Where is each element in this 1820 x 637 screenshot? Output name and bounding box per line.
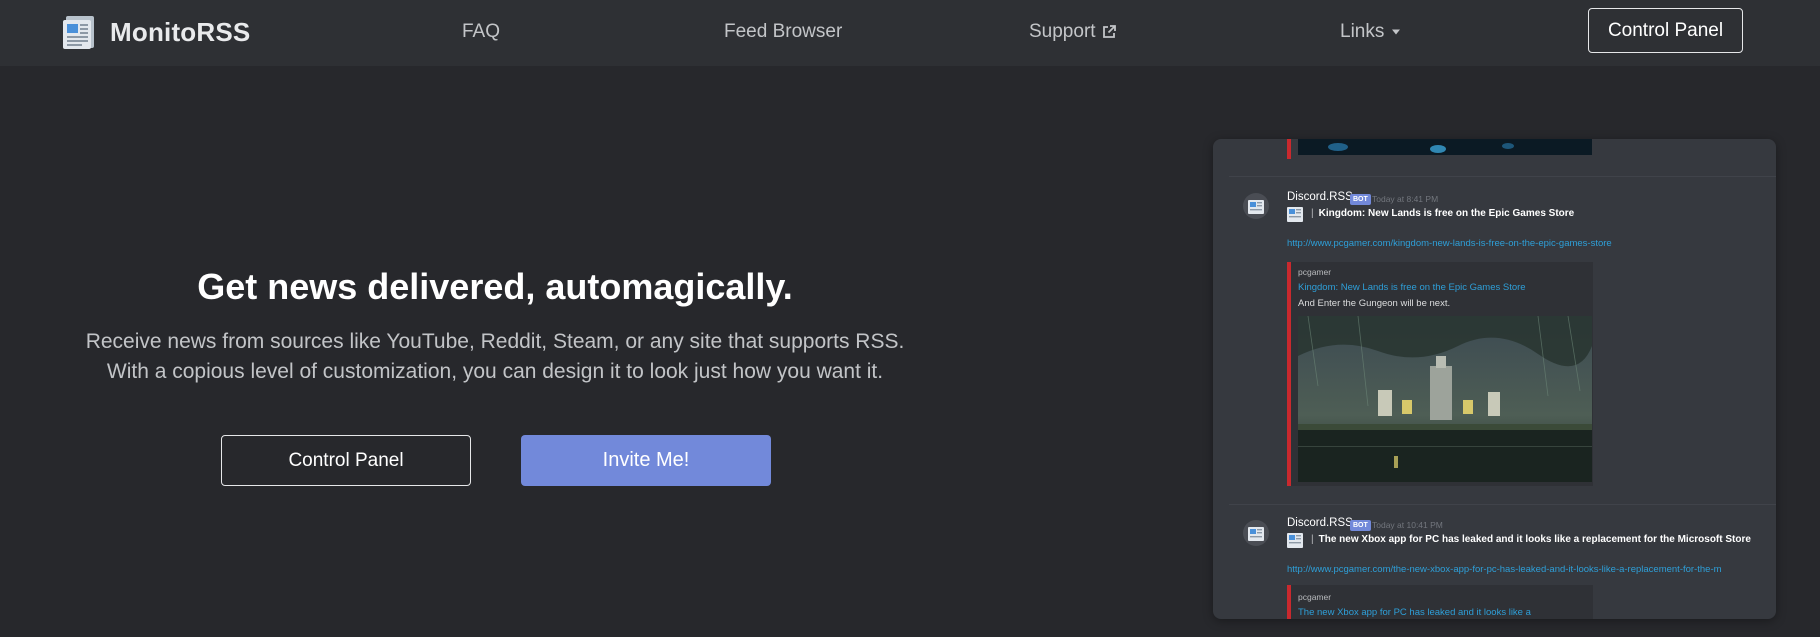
newspaper-icon xyxy=(1248,526,1264,541)
navbar: MonitoRSS FAQ Feed Browser Support Links… xyxy=(0,0,1820,66)
newspaper-logo-icon xyxy=(63,16,94,49)
embed-accent-bar xyxy=(1287,585,1291,619)
hero-title: Get news delivered, automagically. xyxy=(197,266,793,307)
external-link-icon xyxy=(1102,25,1116,38)
message-link[interactable]: http://www.pcgamer.com/the-new-xbox-app-… xyxy=(1287,564,1722,575)
message-title: | Kingdom: New Lands is free on the Epic … xyxy=(1306,208,1574,219)
newspaper-icon xyxy=(1287,207,1303,222)
bot-tag: BOT xyxy=(1350,194,1371,205)
nav-link-support-label: Support xyxy=(1029,21,1096,42)
message-title-text: Kingdom: New Lands is free on the Epic G… xyxy=(1318,208,1575,219)
nav-link-faq[interactable]: FAQ xyxy=(462,19,500,45)
hero-description-line-1: Receive news from sources like YouTube, … xyxy=(85,330,905,353)
hero-description-line-2: With a copious level of customization, y… xyxy=(106,360,884,383)
newspaper-icon xyxy=(1248,199,1264,214)
embed-source: pcgamer xyxy=(1298,592,1332,602)
bot-avatar[interactable] xyxy=(1243,193,1269,219)
brand[interactable]: MonitoRSS xyxy=(62,14,250,50)
nav-link-links-label: Links xyxy=(1340,21,1385,42)
caret-down-icon xyxy=(1392,29,1401,35)
embed-accent-bar xyxy=(1287,139,1291,159)
newspaper-icon xyxy=(1287,533,1303,548)
message-title: | The new Xbox app for PC has leaked and … xyxy=(1306,534,1751,545)
bot-avatar[interactable] xyxy=(1243,520,1269,546)
bot-tag: BOT xyxy=(1350,520,1371,531)
discord-preview: Discord.RSS BOT Today at 8:41 PM | Kingdo… xyxy=(1213,139,1776,619)
navbar-control-panel-button[interactable]: Control Panel xyxy=(1588,8,1743,53)
embed-image-partial xyxy=(1298,139,1592,155)
embed-source: pcgamer xyxy=(1298,267,1332,277)
nav-link-feed-browser-label: Feed Browser xyxy=(724,21,843,42)
embed-title[interactable]: Kingdom: New Lands is free on the Epic G… xyxy=(1298,282,1526,293)
embed-title[interactable]: The new Xbox app for PC has leaked and i… xyxy=(1298,607,1531,618)
nav-link-support[interactable]: Support xyxy=(1029,19,1116,45)
nav-link-feed-browser[interactable]: Feed Browser xyxy=(724,19,842,45)
message-timestamp: Today at 8:41 PM xyxy=(1372,194,1439,204)
brand-name: MonitoRSS xyxy=(110,16,251,47)
hero-description: Receive news from sources like YouTube, … xyxy=(0,327,990,387)
message-divider xyxy=(1229,504,1776,505)
embed-game-image[interactable] xyxy=(1298,316,1592,482)
title-separator: | xyxy=(1311,208,1314,219)
message-title-text: The new Xbox app for PC has leaked and i… xyxy=(1318,534,1751,545)
message-link[interactable]: http://www.pcgamer.com/kingdom-new-lands… xyxy=(1287,238,1612,249)
embed-description: And Enter the Gungeon will be next. xyxy=(1298,298,1451,309)
message-divider xyxy=(1229,176,1776,177)
message-author[interactable]: Discord.RSS xyxy=(1287,191,1353,203)
message-timestamp: Today at 10:41 PM xyxy=(1372,520,1443,530)
title-separator: | xyxy=(1311,534,1314,545)
embed-accent-bar xyxy=(1287,262,1291,486)
nav-link-links-dropdown[interactable]: Links xyxy=(1340,19,1401,45)
nav-link-faq-label: FAQ xyxy=(462,21,501,42)
invite-me-button[interactable]: Invite Me! xyxy=(521,435,771,486)
message-author[interactable]: Discord.RSS xyxy=(1287,517,1353,529)
hero-control-panel-button[interactable]: Control Panel xyxy=(221,435,471,486)
